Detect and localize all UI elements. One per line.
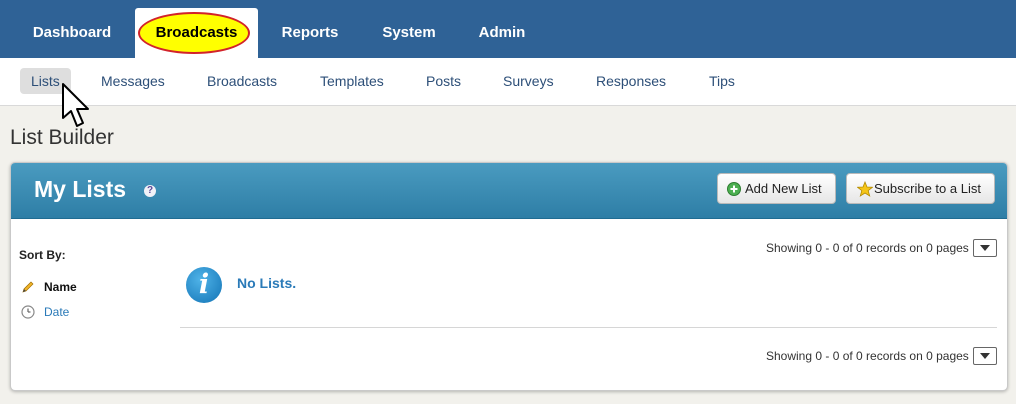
clock-icon xyxy=(21,305,35,319)
tab-broadcasts[interactable]: Broadcasts xyxy=(135,8,258,59)
subnav-surveys[interactable]: Surveys xyxy=(503,68,554,94)
panel-header: My Lists ? Add New List Subscribe to a L… xyxy=(11,163,1007,219)
subnav-posts[interactable]: Posts xyxy=(426,68,461,94)
paging-info-top: Showing 0 - 0 of 0 records on 0 pages xyxy=(766,241,969,255)
panel-title: My Lists xyxy=(34,176,127,202)
my-lists-panel: My Lists ? Add New List Subscribe to a L… xyxy=(10,162,1008,391)
tab-label: Broadcasts xyxy=(155,24,238,41)
empty-message: No Lists. xyxy=(237,275,297,291)
star-icon xyxy=(857,181,873,197)
subnav-broadcasts[interactable]: Broadcasts xyxy=(207,68,277,94)
tab-system[interactable]: System xyxy=(368,0,450,58)
subscribe-label: Subscribe to a List xyxy=(874,181,981,196)
tab-label: Dashboard xyxy=(32,24,112,41)
mouse-cursor-icon xyxy=(62,83,89,127)
subscribe-button[interactable]: Subscribe to a List xyxy=(846,173,995,204)
paging-info-bottom: Showing 0 - 0 of 0 records on 0 pages xyxy=(766,349,969,363)
pencil-icon xyxy=(22,281,34,293)
info-icon: i xyxy=(186,267,222,303)
help-icon[interactable]: ? xyxy=(144,185,156,197)
subnav-responses[interactable]: Responses xyxy=(596,68,666,94)
sort-by-label: Sort By: xyxy=(19,248,66,262)
add-new-list-button[interactable]: Add New List xyxy=(717,173,836,204)
divider xyxy=(180,327,997,328)
tab-label: Admin xyxy=(478,24,526,41)
paging-select-top[interactable] xyxy=(973,239,997,257)
subnav-tips[interactable]: Tips xyxy=(709,68,735,94)
plus-circle-icon xyxy=(727,182,741,196)
tab-dashboard[interactable]: Dashboard xyxy=(17,0,127,58)
tab-label: Reports xyxy=(281,24,339,41)
subnav-messages[interactable]: Messages xyxy=(101,68,165,94)
sort-date-label: Date xyxy=(44,305,70,319)
sort-name-label: Name xyxy=(44,280,77,294)
tab-label: System xyxy=(382,24,436,41)
top-nav: Dashboard Broadcasts Reports System Admi… xyxy=(0,0,1016,59)
sub-nav: Lists Messages Broadcasts Templates Post… xyxy=(0,58,1016,106)
tab-admin[interactable]: Admin xyxy=(466,0,538,58)
add-new-list-label: Add New List xyxy=(745,181,822,196)
tab-reports[interactable]: Reports xyxy=(266,0,354,58)
subnav-templates[interactable]: Templates xyxy=(320,68,384,94)
paging-select-bottom[interactable] xyxy=(973,347,997,365)
